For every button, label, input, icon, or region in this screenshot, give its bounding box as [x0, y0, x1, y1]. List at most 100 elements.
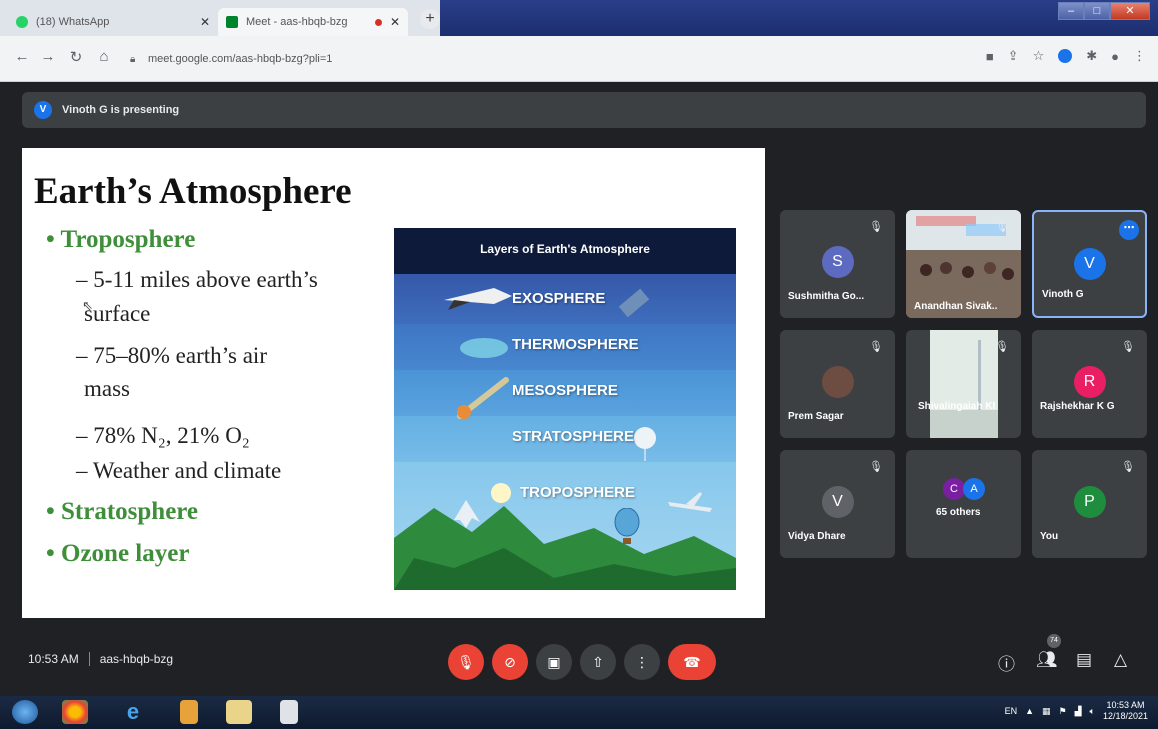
participant-name: Rajshekhar K G	[1040, 401, 1115, 412]
weather-balloon-icon	[634, 427, 656, 461]
participant-tile-others[interactable]: C A 65 others	[906, 450, 1021, 558]
chrome-icon[interactable]	[62, 700, 88, 724]
participant-name: Prem Sagar	[788, 411, 844, 422]
sub-bullet: – 75–80% earth’s air	[76, 343, 267, 368]
space-shuttle-icon	[444, 288, 512, 310]
close-window-button[interactable]: ✕	[1110, 2, 1150, 20]
home-icon[interactable]: ⌂	[94, 48, 114, 65]
participant-tile[interactable]: 🎙︎ S Sushmitha Go...	[780, 210, 895, 318]
start-button[interactable]	[12, 700, 38, 724]
tab-meet[interactable]: Meet - aas-hbqb-bzg ✕	[218, 8, 408, 36]
tab-title: (18) WhatsApp	[36, 16, 110, 28]
participant-tile[interactable]: 🎙︎ Anandhan Sivak..	[906, 210, 1021, 318]
mic-off-icon: 🎙︎	[869, 221, 883, 233]
participant-tile[interactable]: 🎙︎ R Rajshekhar K G	[1032, 330, 1147, 438]
mic-off-icon: 🎙︎	[995, 221, 1009, 233]
mic-off-icon: 🎙︎	[995, 341, 1009, 353]
signal-icon[interactable]: ▟	[1075, 706, 1082, 717]
avatar: A	[963, 478, 985, 500]
layer-label: STRATOSPHERE	[512, 428, 634, 445]
reload-icon[interactable]: ↻	[66, 48, 86, 66]
forward-arrow-icon[interactable]: →	[38, 48, 58, 65]
camera-icon[interactable]: ■	[986, 49, 994, 64]
more-options-button[interactable]: ⋮	[624, 644, 660, 680]
whatsapp-icon	[16, 16, 28, 28]
windows-taskbar: e EN ▲ ▦ ⚑ ▟ 🔈︎ 10:53 AM 12/18/2021	[0, 696, 1158, 729]
url-field[interactable]: 🔒︎ meet.google.com/aas-hbqb-bzg?pli=1	[130, 46, 950, 72]
people-icon[interactable]: 👥︎	[1036, 650, 1058, 670]
tray-arrow-icon[interactable]: ▲	[1025, 706, 1034, 716]
network-icon[interactable]: ▦	[1042, 706, 1051, 717]
participant-tile[interactable]: 🎙︎ Prem Sagar	[780, 330, 895, 438]
notepad-icon[interactable]	[280, 700, 298, 724]
camera-toggle-button[interactable]: ⊘	[492, 644, 528, 680]
clock-time: 10:53 AM	[1106, 700, 1145, 710]
system-tray: EN ▲ ▦ ⚑ ▟ 🔈︎ 10:53 AM 12/18/2021	[1005, 700, 1148, 722]
profile-icon[interactable]: ●	[1111, 49, 1119, 64]
back-arrow-icon[interactable]: ←	[12, 48, 32, 65]
participant-tile[interactable]: 🎙︎ Shivalingaiah KI	[906, 330, 1021, 438]
leave-call-button[interactable]: ☎︎	[668, 644, 716, 680]
window-controls: – □ ✕	[1058, 2, 1150, 20]
menu-icon[interactable]: ⋮	[1133, 48, 1146, 64]
presenting-banner: V Vinoth G is presenting	[22, 92, 1146, 128]
layer-label: MESOSPHERE	[512, 382, 618, 399]
participant-name: You	[1040, 531, 1059, 542]
mic-off-icon: 🎙︎	[1121, 341, 1135, 353]
star-icon[interactable]: ☆	[1033, 48, 1045, 64]
participant-name: Sushmitha Go...	[788, 291, 865, 302]
share-icon[interactable]: ⇪	[1008, 48, 1019, 64]
activities-icon[interactable]: △	[1114, 650, 1127, 670]
url-text: meet.google.com/aas-hbqb-bzg?pli=1	[148, 53, 333, 65]
file-explorer-icon[interactable]	[226, 700, 252, 724]
participant-tile-self[interactable]: 🎙︎ P You	[1032, 450, 1147, 558]
chat-icon[interactable]: ▤	[1076, 650, 1092, 670]
meeting-details-icon[interactable]: ⓘ	[998, 650, 1015, 675]
maximize-button[interactable]: □	[1084, 2, 1110, 20]
participant-name: Vidya Dhare	[788, 531, 846, 542]
close-tab-icon[interactable]: ✕	[200, 15, 210, 29]
close-tab-icon[interactable]: ✕	[390, 15, 400, 29]
meeting-code: aas-hbqb-bzg	[99, 652, 174, 666]
hot-air-balloon-icon	[614, 508, 640, 544]
shared-slide: Earth’s Atmosphere • Troposphere – 5-11 …	[22, 148, 765, 618]
extension-icons: ■ ⇪ ☆ ✱ ● ⋮	[986, 48, 1146, 64]
aurora-cloud-icon	[460, 338, 508, 358]
address-bar-row: ← → ↻ ⌂ 🔒︎ meet.google.com/aas-hbqb-bzg?…	[0, 36, 1158, 82]
participant-tile[interactable]: ⋯ V Vinoth G	[1032, 210, 1147, 318]
new-tab-button[interactable]: +	[420, 9, 440, 29]
minimize-button[interactable]: –	[1058, 2, 1084, 20]
lock-icon: 🔒︎	[130, 54, 136, 65]
meteor-icon	[457, 377, 509, 419]
present-button[interactable]: ⇧	[580, 644, 616, 680]
internet-explorer-icon[interactable]: e	[120, 700, 146, 724]
captions-button[interactable]: ▣	[536, 644, 572, 680]
sub-bullet: mass	[84, 376, 130, 401]
sub-bullet: – Weather and climate	[76, 458, 282, 483]
tab-whatsapp[interactable]: (18) WhatsApp ✕	[8, 8, 218, 36]
layer-label: THERMOSPHERE	[512, 336, 639, 353]
avatar: V	[1073, 248, 1106, 280]
tab-title: Meet - aas-hbqb-bzg	[246, 16, 348, 28]
avatar: S	[821, 246, 854, 278]
puzzle-icon[interactable]: ✱	[1086, 48, 1097, 64]
flag-icon[interactable]: ⚑	[1059, 706, 1067, 717]
participant-name: Shivalingaiah KI	[918, 401, 996, 412]
layer-label: TROPOSPHERE	[520, 484, 636, 501]
slide-title: Earth’s Atmosphere	[34, 171, 352, 212]
language-indicator[interactable]: EN	[1005, 706, 1018, 716]
more-options-button[interactable]: ⋯	[1119, 220, 1139, 240]
participant-tile[interactable]: 🎙︎ V Vidya Dhare	[780, 450, 895, 558]
extension-icon[interactable]	[1058, 49, 1073, 63]
media-player-icon[interactable]	[180, 700, 198, 724]
meeting-info: 10:53 AM aas-hbqb-bzg	[28, 652, 173, 666]
sun-icon	[491, 483, 511, 503]
clock[interactable]: 10:53 AM 12/18/2021	[1103, 700, 1148, 722]
avatar: P	[1073, 486, 1106, 518]
layer-label: EXOSPHERE	[512, 290, 606, 307]
atmosphere-infographic: Layers of Earth's Atmosphere EXOSPHERE T…	[394, 228, 736, 590]
satellite-icon	[618, 288, 650, 318]
volume-icon[interactable]: 🔈︎	[1090, 706, 1095, 717]
infographic-title: Layers of Earth's Atmosphere	[480, 242, 650, 256]
mic-toggle-button[interactable]: 🎙︎	[448, 644, 484, 680]
